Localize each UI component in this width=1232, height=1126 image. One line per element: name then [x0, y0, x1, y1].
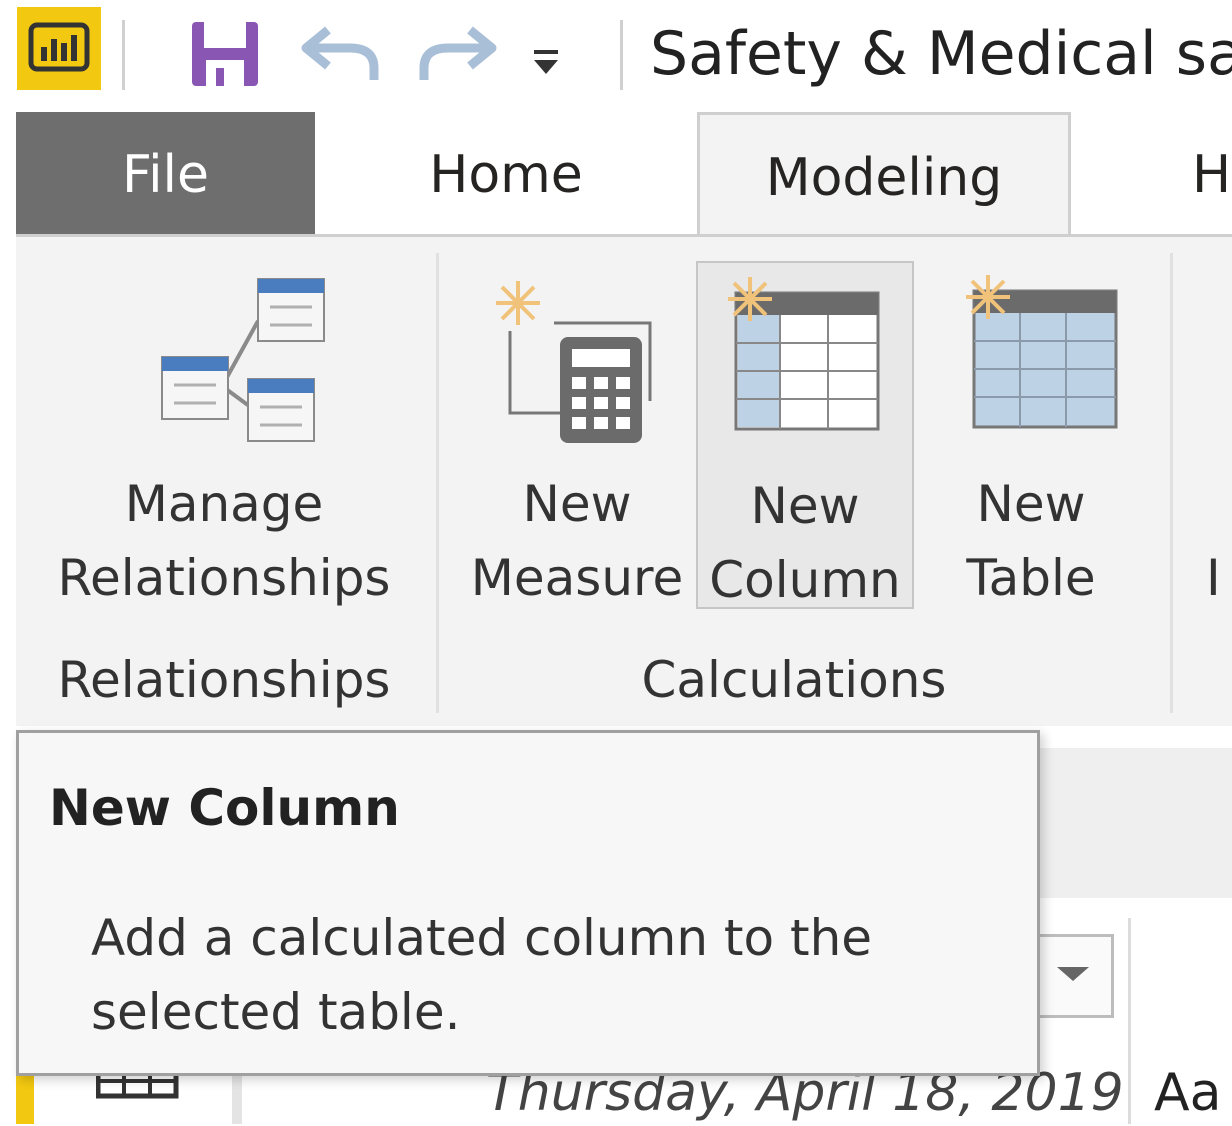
tab-file[interactable]: File: [16, 112, 315, 234]
column-divider: [1128, 918, 1131, 1124]
save-icon: [192, 22, 258, 86]
manage-relationships-icon: [161, 278, 325, 442]
window-title: Safety & Medical sal: [650, 19, 1232, 89]
button-label-line2: Relationships: [57, 549, 391, 607]
new-column-icon: [728, 277, 880, 431]
group-label-relationships: Relationships: [57, 651, 391, 709]
group-label-calculations: Calculations: [641, 651, 947, 709]
new-measure-icon: [496, 281, 652, 443]
tab-modeling[interactable]: Modeling: [697, 112, 1071, 236]
customize-quick-access-button[interactable]: [528, 18, 564, 90]
redo-icon: [419, 26, 497, 80]
table-cell-next[interactable]: Aa: [1154, 1060, 1221, 1126]
new-measure-button[interactable]: New Measure: [462, 261, 692, 609]
separator: [620, 20, 623, 90]
customize-quick-access-icon: [534, 50, 558, 74]
button-label-line1: New: [750, 477, 860, 535]
tab-help[interactable]: H: [1192, 112, 1232, 234]
next-group-button[interactable]: I: [1196, 261, 1232, 609]
power-bi-logo-icon[interactable]: [17, 7, 101, 90]
chevron-down-icon: [1057, 967, 1089, 981]
button-label-line1: New: [522, 475, 632, 533]
tooltip-new-column: New Column Add a calculated column to th…: [16, 730, 1040, 1076]
button-label-partial: I: [1206, 549, 1221, 607]
button-label-line1: Manage: [124, 475, 324, 533]
redo-button[interactable]: [414, 18, 500, 90]
new-table-icon: [966, 275, 1118, 429]
tooltip-title: New Column: [49, 779, 400, 837]
undo-button[interactable]: [298, 18, 382, 90]
new-column-button[interactable]: New Column: [696, 261, 914, 609]
column-filter-dropdown[interactable]: [1030, 934, 1114, 1018]
manage-relationships-button[interactable]: Manage Relationships: [46, 261, 402, 609]
button-label-line2: Table: [966, 549, 1096, 607]
new-table-button[interactable]: New Table: [936, 261, 1126, 609]
button-label-line1: New: [976, 475, 1086, 533]
save-button[interactable]: [188, 18, 262, 90]
undo-icon: [301, 26, 379, 80]
ribbon: Manage Relationships Relationships New M…: [16, 234, 1232, 726]
ribbon-tabs: File Home Modeling H: [16, 112, 1232, 236]
title-bar: Safety & Medical sal: [0, 0, 1232, 112]
tooltip-description: Add a calculated column to the selected …: [91, 909, 873, 1041]
group-separator: [436, 253, 439, 713]
tab-home[interactable]: Home: [396, 112, 616, 234]
button-label-line2: Measure: [470, 549, 684, 607]
button-label-line2: Column: [709, 551, 901, 609]
separator: [122, 20, 125, 90]
group-separator: [1170, 253, 1173, 713]
